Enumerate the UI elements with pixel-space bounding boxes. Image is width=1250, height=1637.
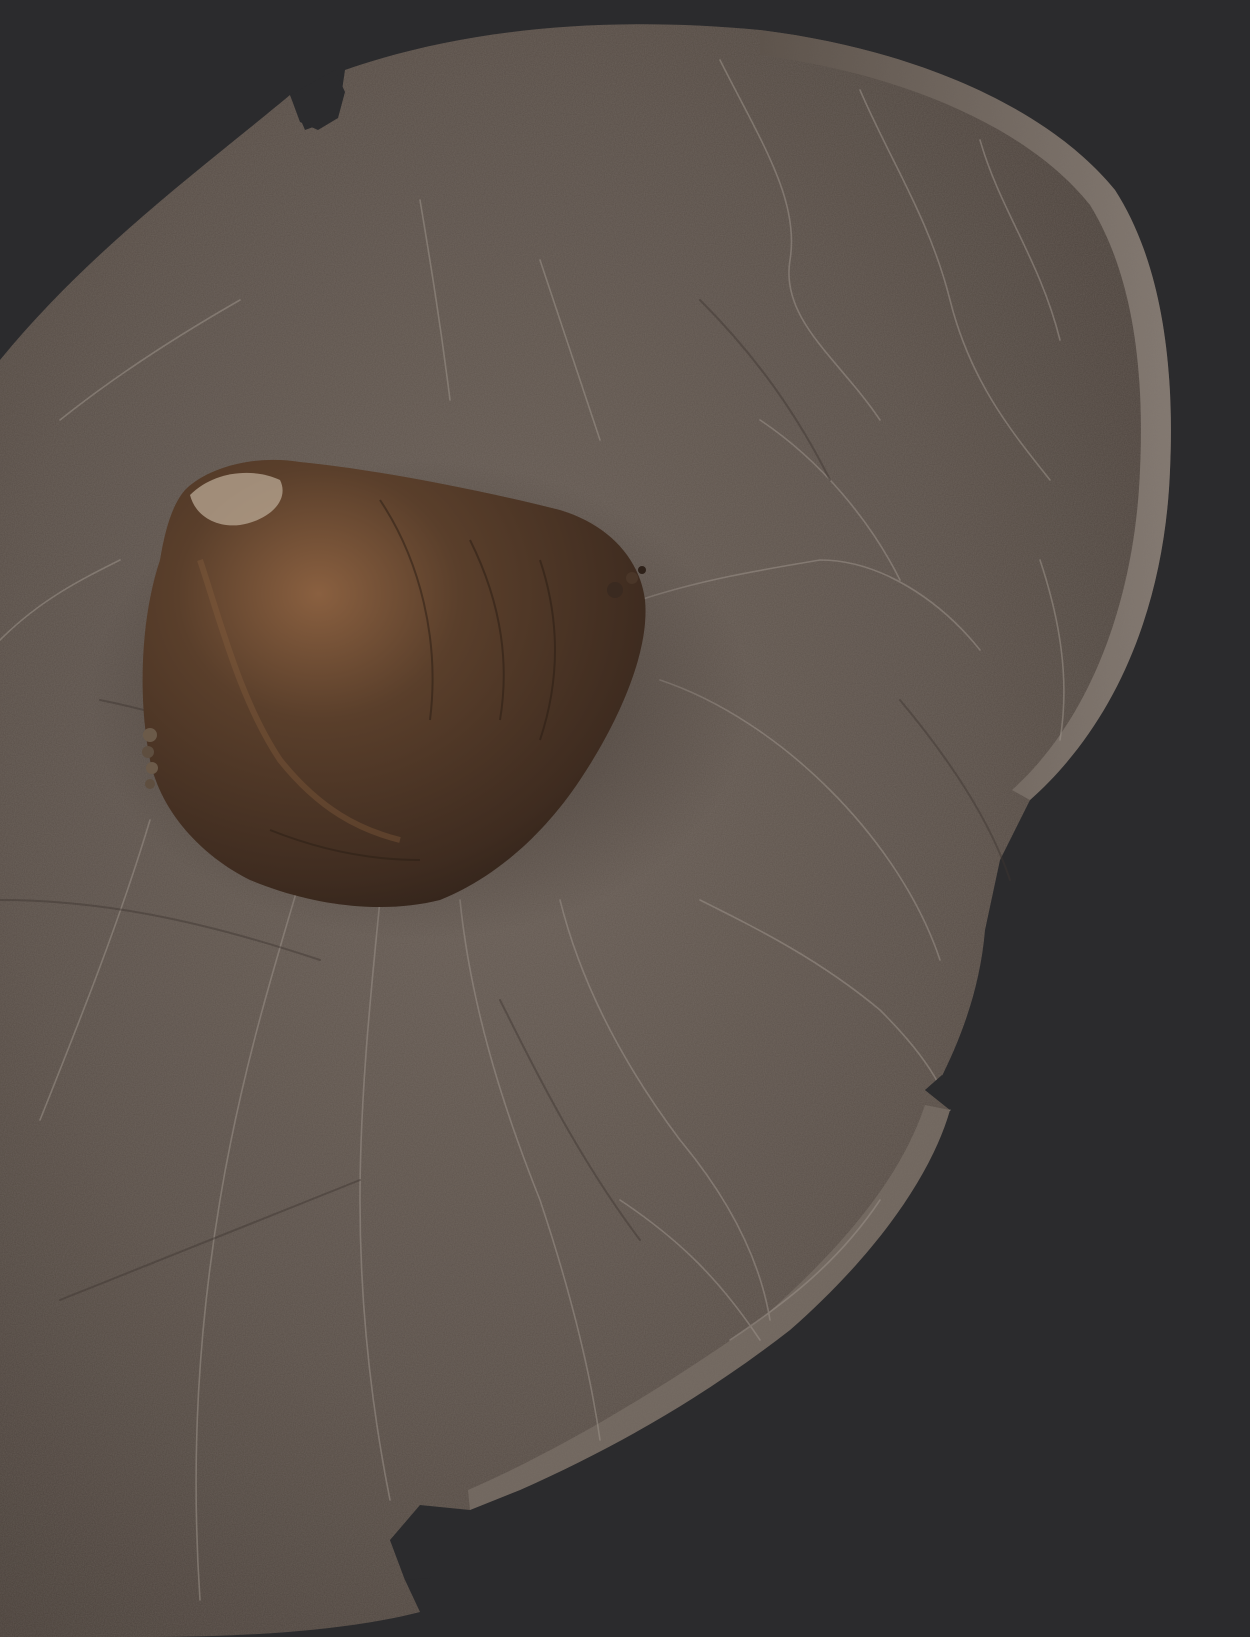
leather-shield-photo bbox=[0, 0, 1250, 1637]
photo-scene bbox=[0, 0, 1250, 1637]
